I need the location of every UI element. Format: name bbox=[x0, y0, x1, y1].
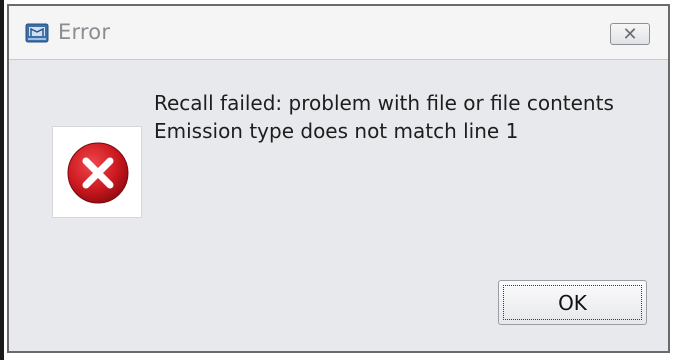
close-icon: ✕ bbox=[622, 23, 638, 45]
ok-button[interactable]: OK bbox=[498, 280, 647, 325]
error-icon bbox=[66, 141, 130, 205]
dialog-title: Error bbox=[58, 20, 111, 44]
background-window-edge bbox=[0, 0, 4, 360]
app-window-icon bbox=[25, 23, 49, 43]
error-message: Recall failed: problem with file or file… bbox=[154, 89, 614, 145]
ok-button-label: OK bbox=[558, 290, 587, 315]
error-message-line-2: Emission type does not match line 1 bbox=[154, 119, 519, 143]
error-icon-frame bbox=[52, 126, 142, 218]
close-button[interactable]: ✕ bbox=[610, 23, 650, 45]
dialog-content: Recall failed: problem with file or file… bbox=[9, 60, 668, 351]
error-dialog: Error ✕ Recall failed: problem with file… bbox=[7, 4, 670, 353]
error-message-line-1: Recall failed: problem with file or file… bbox=[154, 91, 614, 115]
title-bar[interactable]: Error ✕ bbox=[9, 6, 668, 60]
